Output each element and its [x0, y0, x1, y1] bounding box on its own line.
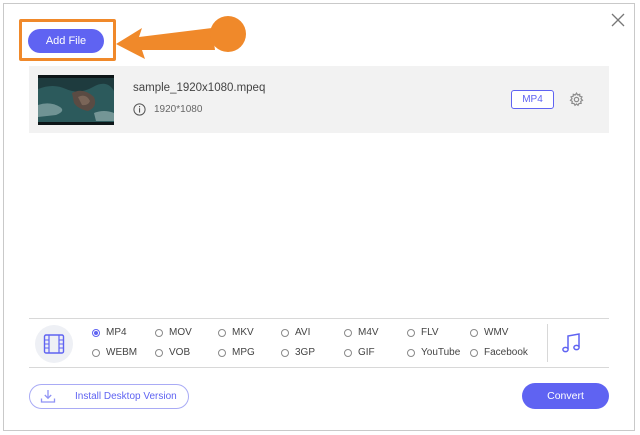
download-icon [40, 390, 56, 403]
music-note-icon [562, 333, 580, 353]
film-icon [43, 334, 65, 354]
format-option-avi[interactable]: AVI [281, 327, 310, 338]
file-list-item: sample_1920x1080.mpeq 1920*1080 MP4 [29, 66, 609, 133]
audio-format-tab[interactable] [559, 331, 583, 355]
output-format-badge[interactable]: MP4 [511, 90, 554, 109]
radio-button[interactable] [155, 328, 163, 337]
radio-button[interactable] [344, 348, 352, 357]
format-option-gif[interactable]: GIF [344, 347, 375, 358]
radio-button[interactable] [281, 348, 289, 357]
convert-button[interactable]: Convert [522, 383, 609, 409]
format-option-mp4[interactable]: MP4 [92, 327, 127, 338]
annotation-arrow [116, 16, 246, 59]
format-label: 3GP [295, 347, 316, 358]
format-label: Facebook [484, 347, 528, 358]
format-option-flv[interactable]: FLV [407, 327, 439, 338]
radio-button[interactable] [344, 328, 352, 337]
radio-button[interactable] [407, 348, 415, 357]
format-option-facebook[interactable]: Facebook [470, 347, 528, 358]
format-option-wmv[interactable]: WMV [470, 327, 508, 338]
format-label: VOB [169, 347, 191, 358]
format-option-mpg[interactable]: MPG [218, 347, 255, 358]
radio-button[interactable] [155, 348, 163, 357]
info-icon[interactable] [133, 103, 146, 116]
radio-button[interactable] [218, 328, 226, 337]
format-label: MP4 [106, 327, 127, 338]
radio-button[interactable] [92, 328, 100, 337]
radio-button[interactable] [92, 348, 100, 357]
format-option-mkv[interactable]: MKV [218, 327, 254, 338]
format-option-m4v[interactable]: M4V [344, 327, 379, 338]
format-option-vob[interactable]: VOB [155, 347, 190, 358]
add-file-button[interactable]: Add File [28, 29, 104, 53]
format-label: AVI [295, 327, 311, 338]
format-divider [547, 324, 548, 362]
format-option-webm[interactable]: WEBM [92, 347, 137, 358]
radio-button[interactable] [281, 328, 289, 337]
format-label: MOV [169, 327, 192, 338]
format-selector: MP4 MOV MKV AVI M4V FLV WMV WEBM VOB MPG… [29, 318, 609, 368]
format-label: FLV [421, 327, 439, 338]
format-label: MKV [232, 327, 254, 338]
gear-icon[interactable] [569, 91, 584, 107]
format-label: M4V [358, 327, 379, 338]
video-thumbnail [38, 75, 114, 125]
file-name: sample_1920x1080.mpeq [133, 82, 266, 94]
format-label: MPG [232, 347, 255, 358]
format-option-youtube[interactable]: YouTube [407, 347, 460, 358]
radio-button[interactable] [470, 328, 478, 337]
file-resolution: 1920*1080 [154, 104, 203, 115]
format-label: WMV [484, 327, 509, 338]
format-label: YouTube [421, 347, 461, 358]
close-icon[interactable] [609, 11, 627, 29]
install-desktop-label: Install Desktop Version [75, 391, 177, 402]
radio-button[interactable] [218, 348, 226, 357]
format-label: GIF [358, 347, 375, 358]
radio-button[interactable] [470, 348, 478, 357]
radio-button[interactable] [407, 328, 415, 337]
video-format-tab[interactable] [35, 325, 73, 363]
format-option-mov[interactable]: MOV [155, 327, 192, 338]
install-desktop-button[interactable]: Install Desktop Version [29, 384, 189, 409]
format-option-3gp[interactable]: 3GP [281, 347, 315, 358]
format-label: WEBM [106, 347, 138, 358]
